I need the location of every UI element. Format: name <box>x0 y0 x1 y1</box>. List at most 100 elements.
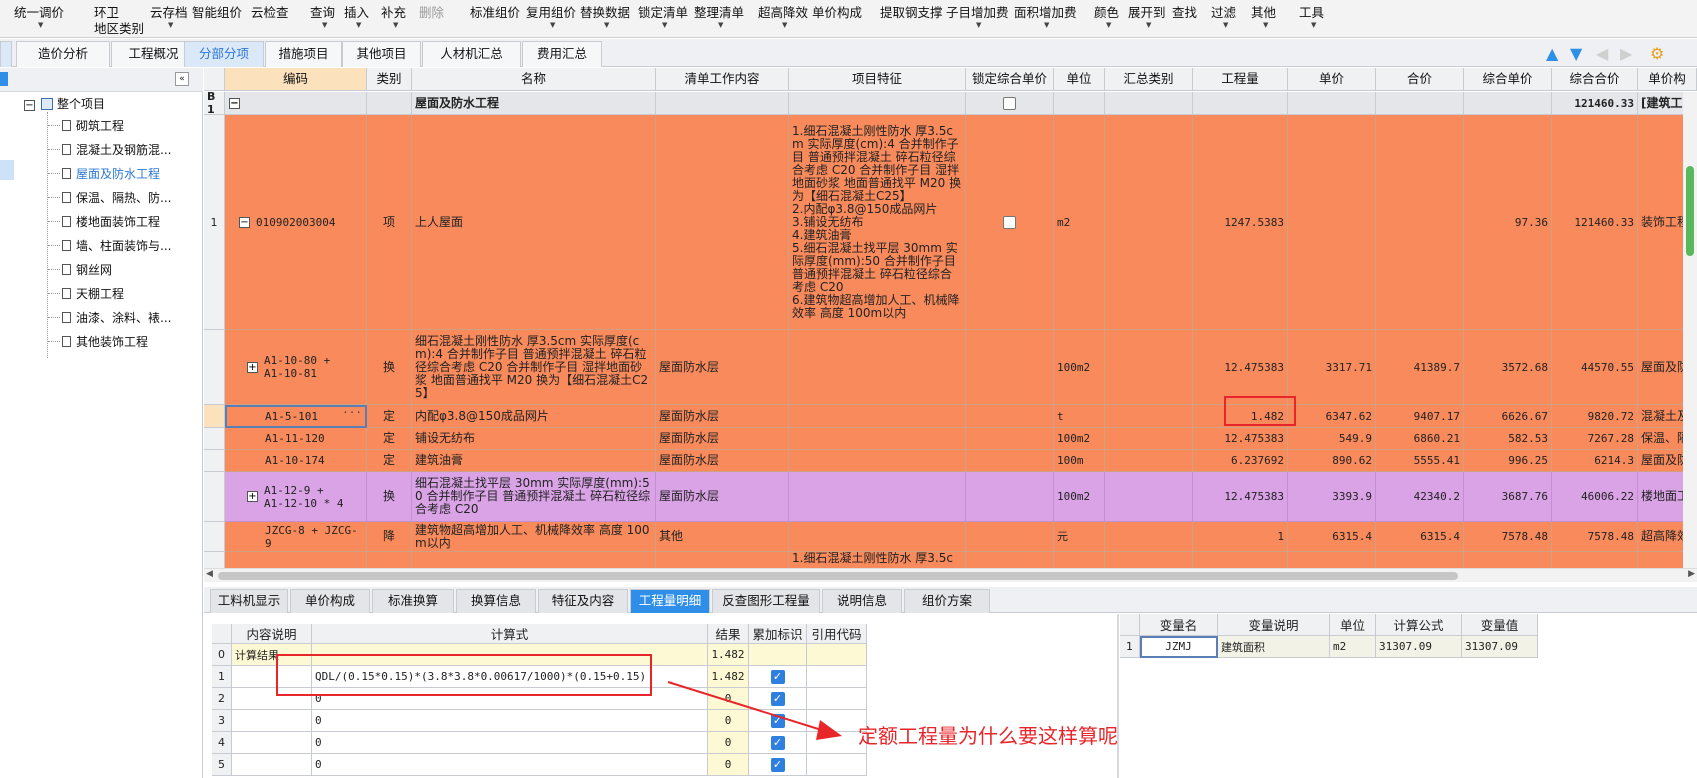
cell-feature[interactable] <box>789 428 966 450</box>
cell-name[interactable]: 建筑油膏 <box>412 450 656 472</box>
column-header[interactable]: 工程量 <box>1193 68 1288 91</box>
column-header[interactable]: 编码 <box>225 68 367 91</box>
tree-item[interactable]: 楼地面装饰工程 <box>62 213 160 230</box>
cell-total[interactable] <box>1376 552 1464 568</box>
cell-feature[interactable] <box>789 472 966 522</box>
cell-total[interactable]: 6860.21 <box>1376 428 1464 450</box>
cell-work[interactable]: 屋面防水层 <box>656 450 789 472</box>
detail-tab-3[interactable]: 换算信息 <box>456 589 536 613</box>
cell-ctotal[interactable]: 9820.72 <box>1552 405 1638 428</box>
cell-name[interactable]: 内配φ3.8@150成品网片 <box>412 405 656 428</box>
column-header[interactable]: 清单工作内容 <box>656 68 789 91</box>
chevron-down-icon[interactable]: ▼ <box>38 21 43 29</box>
cell-sumcat[interactable] <box>1105 115 1193 330</box>
detail-tab-8[interactable]: 组价方案 <box>904 589 990 613</box>
table-row[interactable]: A1-11-120 定铺设无纺布 屋面防水层 100m2 12.475383 549.9 6… <box>204 428 1697 450</box>
tree-item[interactable]: 屋面及防水工程 <box>62 165 160 182</box>
cell-qty[interactable] <box>1193 92 1288 115</box>
cell-ctotal[interactable]: 121460.33 <box>1552 115 1638 330</box>
column-header[interactable]: 综合合价 <box>1552 68 1638 91</box>
tab-3[interactable]: 措施项目 <box>265 41 342 67</box>
cell-total[interactable] <box>1376 115 1464 330</box>
lock-checkbox[interactable] <box>1003 215 1016 229</box>
cell-cat[interactable]: 项 <box>367 115 412 330</box>
cell-name[interactable]: 上人屋面 <box>412 115 656 330</box>
qty-column-header[interactable]: 结果 <box>708 624 749 644</box>
cell-qty[interactable]: 6.237692 <box>1193 450 1288 472</box>
table-row[interactable]: + A1-10-80 + A1-10-81 换细石混凝土刚性防水 厚3.5cm 实际… <box>204 330 1697 405</box>
tree-item[interactable]: 钢丝网 <box>62 261 112 278</box>
cell-code[interactable] <box>225 552 367 568</box>
qty-ref-cell[interactable] <box>807 644 867 666</box>
cell-work[interactable]: 其他 <box>656 522 789 552</box>
cell-unit[interactable]: t <box>1054 405 1105 428</box>
qty-ref-cell[interactable] <box>807 754 867 776</box>
chevron-down-icon[interactable]: ▼ <box>604 21 609 29</box>
cell-price[interactable]: 6347.62 <box>1288 405 1376 428</box>
cell-cprice[interactable]: 582.53 <box>1464 428 1552 450</box>
scroll-left-icon[interactable]: ◀ <box>206 569 213 579</box>
cell-cprice[interactable]: 996.25 <box>1464 450 1552 472</box>
chevron-down-icon[interactable]: ▼ <box>356 21 361 29</box>
cell-lock[interactable] <box>966 552 1054 568</box>
chevron-down-icon[interactable]: ▼ <box>1146 21 1151 29</box>
cell-code[interactable]: + A1-10-80 + A1-10-81 <box>225 330 367 405</box>
cell-work[interactable]: 屋面防水层 <box>656 472 789 522</box>
table-row[interactable]: + A1-12-9 + A1-12-10 * 4 换细石混凝土找平层 30mm 实际… <box>204 472 1697 522</box>
cell-name[interactable]: 建筑物超高增加人工、机械降效率 高度 100m以内 <box>412 522 656 552</box>
table-row[interactable]: 1.细石混凝土刚性防水 厚3.5cm <box>204 552 1697 568</box>
cell-qty[interactable] <box>1193 552 1288 568</box>
cell-cprice[interactable] <box>1464 552 1552 568</box>
table-row[interactable]: JZCG-8 + JZCG-9 降建筑物超高增加人工、机械降效率 高度 100m以… <box>204 522 1697 552</box>
grid-vertical-scroll-thumb[interactable] <box>1686 166 1694 256</box>
cell-total[interactable]: 42340.2 <box>1376 472 1464 522</box>
var-column-header[interactable]: 计算公式 <box>1376 614 1462 636</box>
tree-item[interactable]: 油漆、涂料、裱... <box>62 309 171 326</box>
var-column-header[interactable]: 变量说明 <box>1218 614 1330 636</box>
detail-tab-5[interactable]: 工程量明细 <box>630 589 710 613</box>
cell-qty[interactable]: 1247.5383 <box>1193 115 1288 330</box>
qty-formula-cell[interactable]: 0 <box>312 754 708 776</box>
cell-cat[interactable] <box>367 552 412 568</box>
var-column-header[interactable]: 单位 <box>1330 614 1376 636</box>
cell-work[interactable] <box>656 92 789 115</box>
column-header[interactable]: 单位 <box>1054 68 1105 91</box>
var-unit-cell[interactable]: m2 <box>1330 636 1376 658</box>
qty-formula-cell[interactable]: 0 <box>312 710 708 732</box>
cell-sumcat[interactable] <box>1105 428 1193 450</box>
cell-price[interactable]: 890.62 <box>1288 450 1376 472</box>
qty-column-header[interactable]: 累加标识 <box>749 624 807 644</box>
table-row[interactable]: 1−010902003004 项上人屋面 1.细石混凝土刚性防水 厚3.5cm 实际… <box>204 115 1697 330</box>
cell-cat[interactable]: 换 <box>367 472 412 522</box>
cell-sumcat[interactable] <box>1105 450 1193 472</box>
detail-tab-7[interactable]: 说明信息 <box>822 589 902 613</box>
qty-column-header[interactable]: 计算式 <box>312 624 708 644</box>
cell-ctotal[interactable]: 7578.48 <box>1552 522 1638 552</box>
cell-total[interactable]: 6315.4 <box>1376 522 1464 552</box>
column-header[interactable]: 锁定综合单价 <box>966 68 1054 91</box>
cell-price[interactable]: 3317.71 <box>1288 330 1376 405</box>
cell-cprice[interactable]: 6626.67 <box>1464 405 1552 428</box>
cell-sumcat[interactable] <box>1105 405 1193 428</box>
collapse-icon[interactable]: − <box>229 97 240 109</box>
tab-5[interactable]: 人材机汇总 <box>422 41 521 67</box>
cell-feature[interactable] <box>789 92 966 115</box>
chevron-down-icon[interactable]: ▼ <box>550 21 555 29</box>
chevron-down-icon[interactable]: ▼ <box>1223 21 1228 29</box>
cell-code[interactable]: −010902003004 <box>225 115 367 330</box>
pane-divider[interactable] <box>1117 614 1119 778</box>
cell-lock[interactable] <box>966 428 1054 450</box>
cell-unit[interactable]: 100m <box>1054 450 1105 472</box>
cell-unit[interactable] <box>1054 552 1105 568</box>
cell-lock[interactable] <box>966 522 1054 552</box>
cell-cat[interactable]: 降 <box>367 522 412 552</box>
cell-cat[interactable]: 定 <box>367 450 412 472</box>
cell-lock[interactable] <box>966 115 1054 330</box>
tree-item[interactable]: 保温、隔热、防... <box>62 189 171 206</box>
cell-cprice[interactable] <box>1464 92 1552 115</box>
cell-total[interactable]: 5555.41 <box>1376 450 1464 472</box>
grid-horizontal-scroll-thumb[interactable] <box>218 572 1458 580</box>
chevron-down-icon[interactable]: ▼ <box>718 21 723 29</box>
var-column-header[interactable]: 变量值 <box>1462 614 1538 636</box>
grid-horizontal-scrollbar[interactable]: ◀ ▶ <box>204 568 1697 582</box>
